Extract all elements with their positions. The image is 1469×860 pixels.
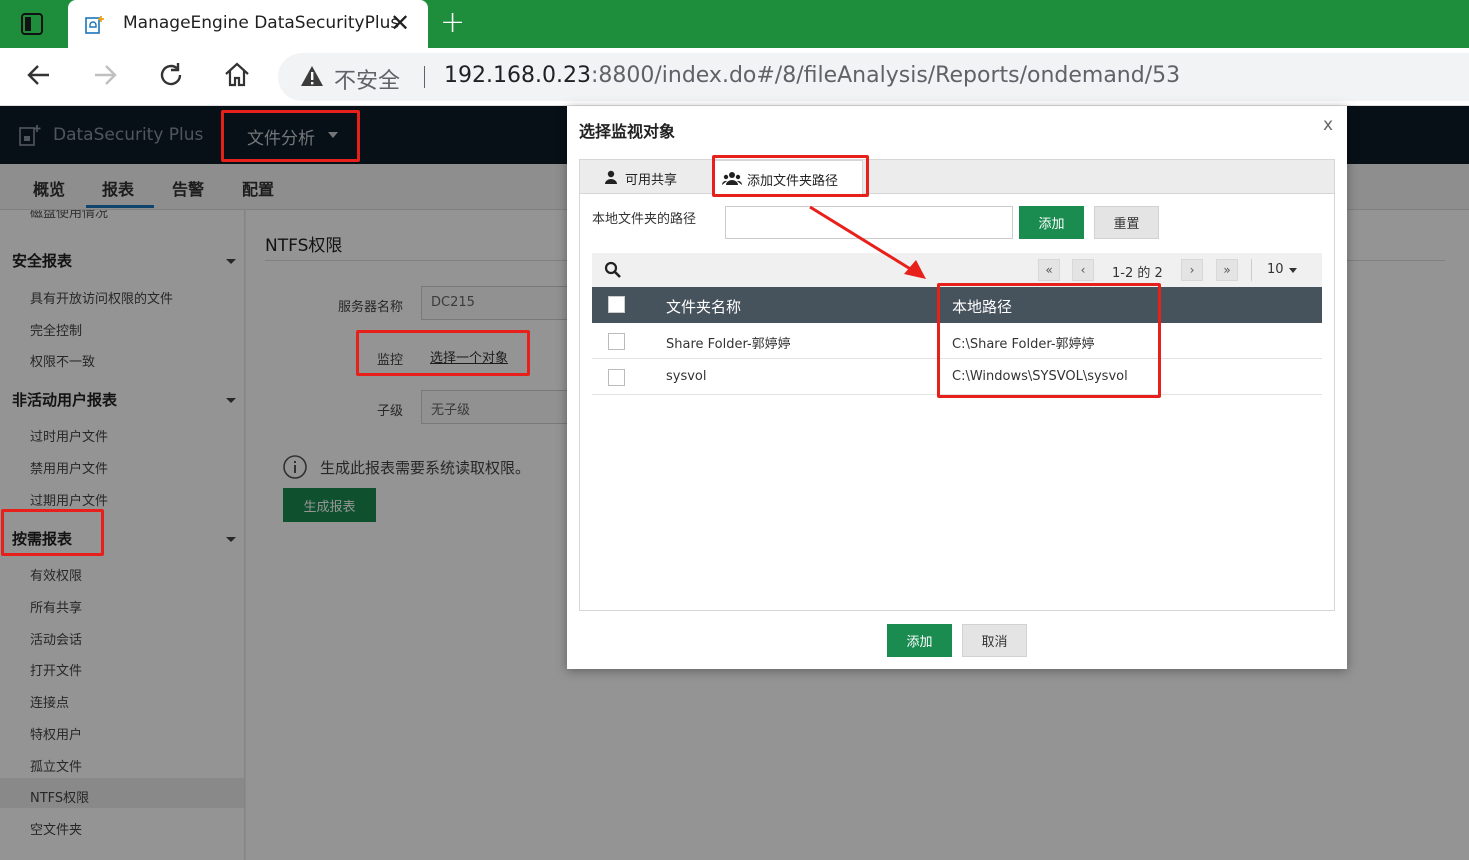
- page-size-select[interactable]: 10: [1267, 262, 1284, 277]
- search-icon[interactable]: [604, 261, 622, 279]
- divider: [1251, 259, 1252, 281]
- folder-name-cell: Share Folder-郭婷婷: [666, 337, 791, 352]
- url-path: :8800/index.do#/8/fileAnalysis/Reports/o…: [590, 63, 1181, 88]
- close-icon[interactable]: x: [1323, 115, 1333, 135]
- row-checkbox[interactable]: [608, 333, 625, 350]
- column-folder-name[interactable]: 文件夹名称: [666, 296, 741, 317]
- prev-page-icon[interactable]: ‹: [1072, 259, 1094, 281]
- tab-label: 可用共享: [625, 173, 678, 188]
- grid-toolbar: « ‹ 1-2 的 2 › » 10: [592, 253, 1322, 287]
- annotation-box-module: [221, 110, 360, 162]
- warning-icon[interactable]: [300, 65, 324, 87]
- reload-icon[interactable]: [156, 60, 186, 90]
- dialog-add-button[interactable]: 添加: [887, 624, 952, 657]
- tab-available-shares[interactable]: 可用共享: [593, 160, 703, 194]
- reset-button[interactable]: 重置: [1094, 206, 1159, 239]
- annotation-box-on-demand: [1, 509, 104, 556]
- tab-actions-icon[interactable]: [18, 10, 46, 38]
- user-icon: [605, 170, 617, 184]
- forward-icon[interactable]: [90, 60, 120, 90]
- new-tab-icon[interactable]: +: [440, 6, 465, 40]
- annotation-box-add-folder-tab: [712, 155, 869, 197]
- url-host: 192.168.0.23: [444, 63, 591, 88]
- last-page-icon[interactable]: »: [1216, 259, 1238, 281]
- tab-close-icon[interactable]: ✕: [390, 9, 410, 37]
- back-icon[interactable]: [24, 60, 54, 90]
- home-icon[interactable]: [222, 60, 252, 90]
- dialog-cancel-button[interactable]: 取消: [962, 624, 1027, 657]
- select-all-checkbox[interactable]: [608, 296, 625, 313]
- next-page-icon[interactable]: ›: [1181, 259, 1203, 281]
- browser-tab-active[interactable]: ManageEngine DataSecurityPlus ✕: [68, 0, 428, 48]
- datasecurity-favicon-icon: [85, 16, 104, 34]
- annotation-box-monitor: [356, 330, 530, 376]
- url-text[interactable]: 192.168.0.23:8800/index.do#/8/fileAnalys…: [444, 63, 1180, 88]
- address-separator: [424, 66, 425, 88]
- dialog-title: 选择监视对象: [579, 122, 676, 141]
- first-page-icon[interactable]: «: [1038, 259, 1060, 281]
- address-bar[interactable]: 不安全 192.168.0.23:8800/index.do#/8/fileAn…: [278, 53, 1469, 101]
- browser-tabstrip: ManageEngine DataSecurityPlus ✕ +: [0, 0, 1469, 48]
- tab-title: ManageEngine DataSecurityPlus: [123, 13, 400, 33]
- folder-name-cell: sysvol: [666, 369, 707, 384]
- pagination-info: 1-2 的 2: [1112, 266, 1163, 281]
- security-status[interactable]: 不安全: [334, 63, 400, 95]
- browser-toolbar: 不安全 192.168.0.23:8800/index.do#/8/fileAn…: [0, 48, 1469, 106]
- annotation-arrow-icon: [809, 205, 926, 279]
- row-checkbox[interactable]: [608, 369, 625, 386]
- dialog-tabbar: 可用共享 添加文件夹路径: [580, 160, 1334, 195]
- add-path-button[interactable]: 添加: [1019, 206, 1084, 239]
- folder-path-label: 本地文件夹的路径: [592, 212, 697, 227]
- chevron-down-icon[interactable]: [1289, 268, 1297, 273]
- annotation-box-local-path: [937, 283, 1161, 398]
